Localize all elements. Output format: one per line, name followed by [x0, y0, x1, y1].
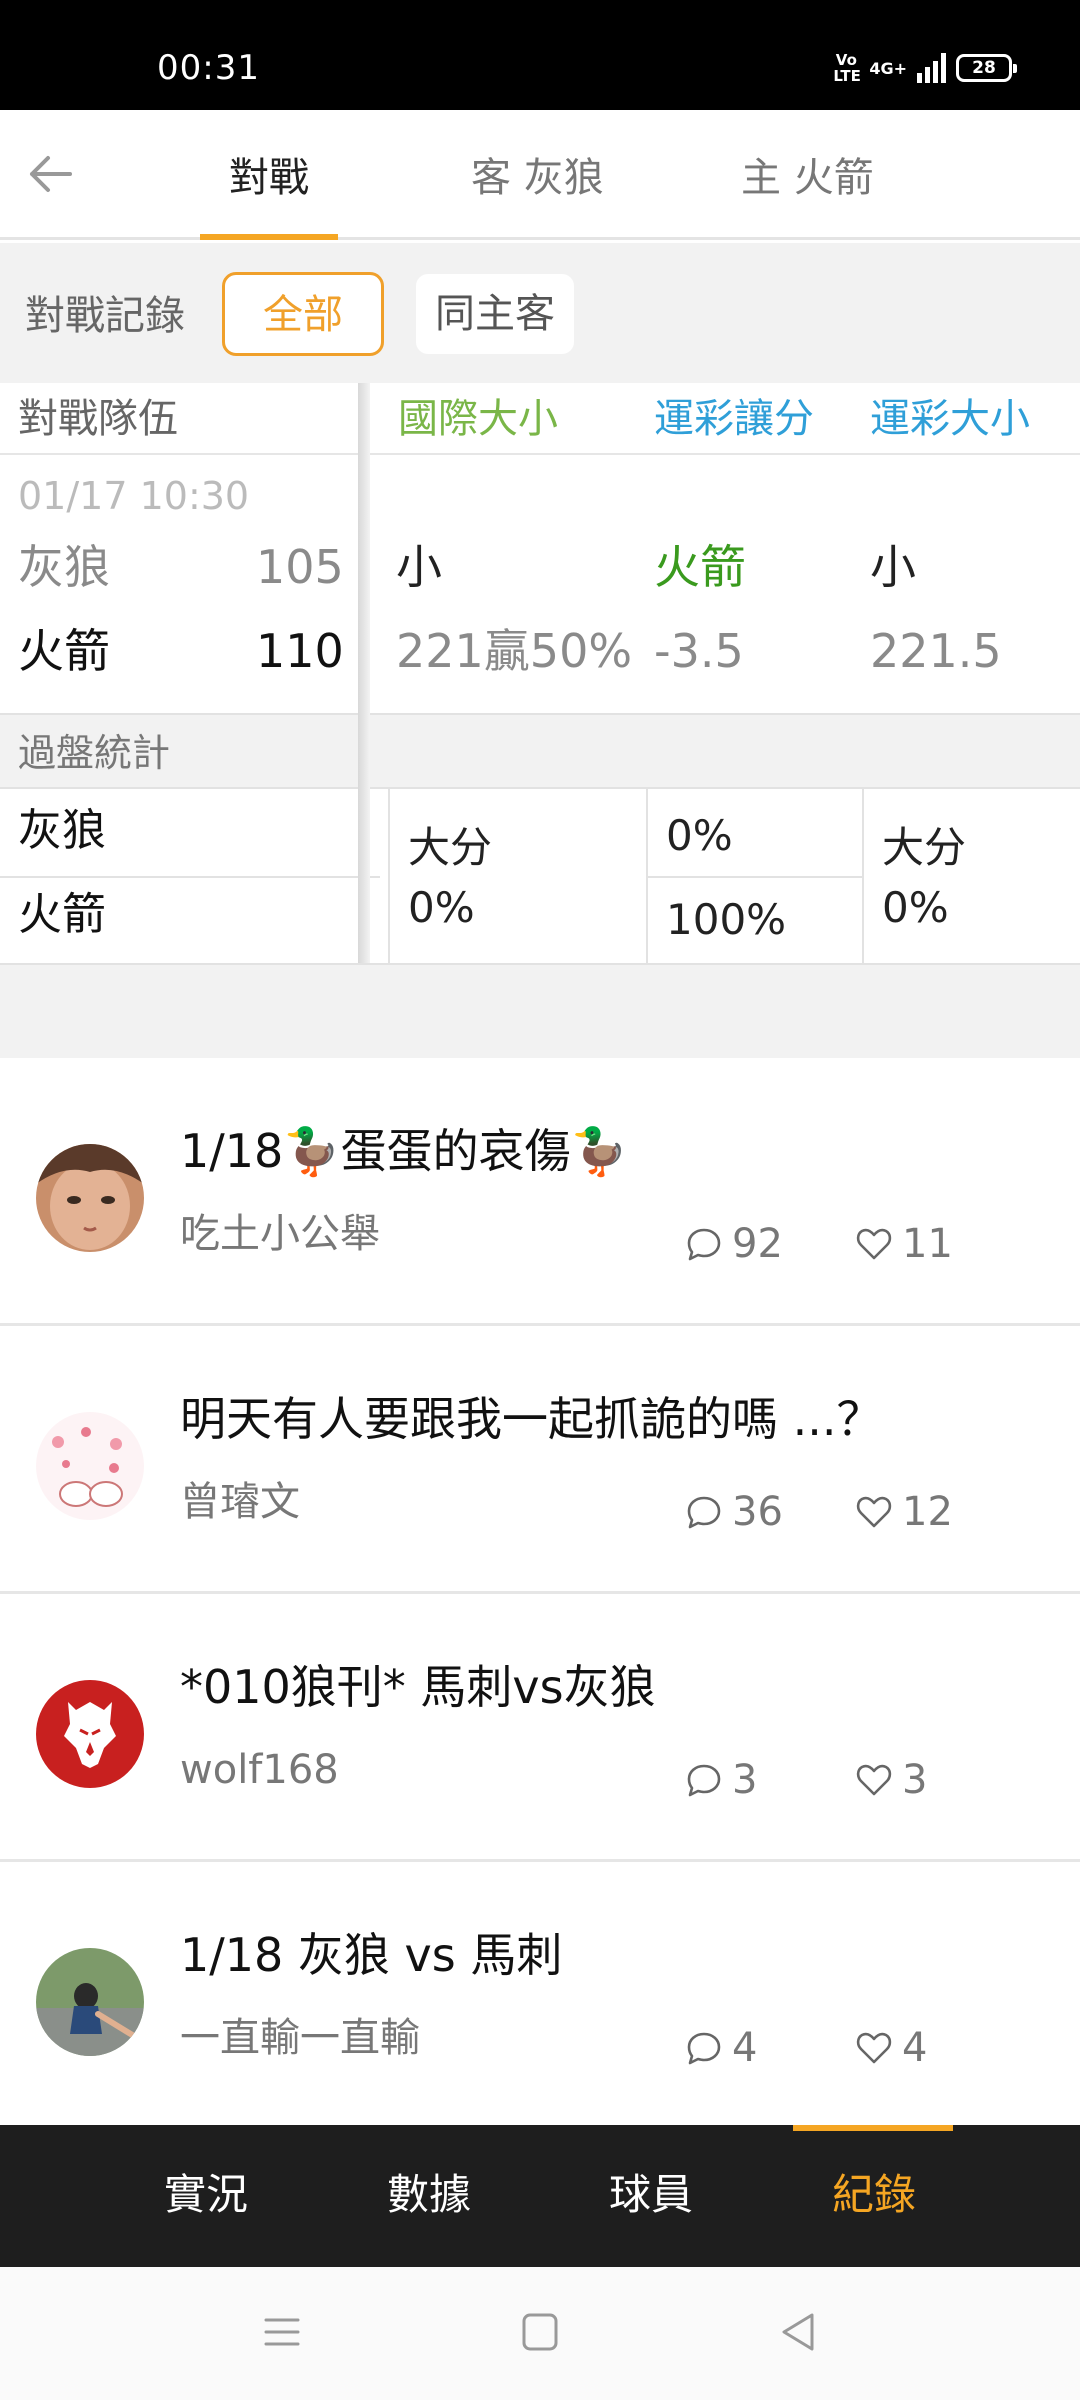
bottom-nav-indicator	[793, 2125, 953, 2131]
comment-icon	[687, 1496, 721, 1529]
avatar	[36, 1680, 144, 1788]
comment-icon	[687, 2032, 721, 2065]
post-title: 1/18 灰狼 vs 馬刺	[180, 1928, 563, 1982]
summary-section: 過盤統計	[0, 713, 1080, 789]
nav-data[interactable]: 數據	[387, 2165, 471, 2225]
like-count-value: 3	[902, 1757, 928, 1803]
nav-players[interactable]: 球員	[609, 2165, 693, 2225]
bottom-nav: 實況 數據 球員 紀錄	[0, 2125, 1080, 2267]
spread-result: 火箭	[654, 540, 746, 594]
comment-count[interactable]: 92	[684, 1220, 783, 1268]
filter-all-button[interactable]: 全部	[222, 272, 384, 356]
like-count-value: 11	[902, 1221, 953, 1267]
back-arrow-icon[interactable]	[22, 146, 78, 202]
list-item[interactable]: *010狼刊* 馬刺vs灰狼 wolf168 3 3	[0, 1594, 1080, 1862]
heart-icon	[856, 1764, 892, 1796]
matchup-table: 對戰隊伍 國際大小 運彩讓分 運彩大小 01/17 10:30 灰狼 105 火…	[0, 383, 1080, 965]
post-author: 曾璿文	[180, 1479, 300, 1525]
tab-home-team[interactable]: 主 火箭	[741, 150, 874, 206]
signal-icon	[917, 53, 946, 83]
comment-count-value: 92	[732, 1221, 783, 1267]
ou-result: 小	[870, 540, 916, 594]
status-time: 00:31	[157, 48, 260, 88]
status-bar: 00:31 Vo LTE 4G+ 28	[0, 0, 1080, 110]
summary-spread-away-pct: 0%	[666, 811, 733, 860]
header-teams: 對戰隊伍	[18, 396, 178, 442]
status-icons: Vo LTE 4G+ 28	[833, 48, 1017, 88]
post-author: 吃土小公舉	[180, 1211, 380, 1257]
like-count[interactable]: 4	[854, 2024, 927, 2072]
away-team-score: 105	[256, 540, 344, 594]
nav-records[interactable]: 紀錄	[832, 2165, 916, 2225]
comment-count-value: 36	[732, 1489, 783, 1535]
nav-live[interactable]: 實況	[164, 2165, 248, 2225]
intl-ou-line: 221贏50%	[396, 624, 633, 678]
comment-icon	[687, 1228, 721, 1261]
summary-ou-pct: 0%	[882, 883, 949, 932]
table-header: 對戰隊伍 國際大小 運彩讓分 運彩大小	[0, 383, 1080, 455]
heart-icon	[856, 1496, 892, 1528]
menu-icon[interactable]	[252, 2307, 312, 2357]
list-item[interactable]: 1/18🦆蛋蛋的哀傷🦆 吃土小公舉 92 11	[0, 1058, 1080, 1326]
filter-same-home-away-button[interactable]: 同主客	[414, 272, 576, 356]
match-header: 對戰 客 灰狼 主 火箭	[0, 110, 1080, 240]
system-nav-bar	[0, 2267, 1080, 2400]
post-title: 明天有人要跟我一起抓詭的嗎 ...？	[180, 1392, 883, 1446]
like-count[interactable]: 3	[854, 1756, 927, 1804]
comment-count-value: 4	[732, 2025, 758, 2071]
header-intl-ou: 國際大小	[398, 396, 558, 442]
list-item[interactable]: 1/18 灰狼 vs 馬刺 一直輸一直輸 4 4	[0, 1862, 1080, 2130]
intl-ou-result: 小	[396, 540, 442, 594]
heart-icon	[856, 1228, 892, 1260]
home-team-score: 110	[256, 624, 344, 678]
tab-matchup[interactable]: 對戰	[229, 150, 309, 206]
comment-count[interactable]: 36	[684, 1488, 783, 1536]
like-count-value: 4	[902, 2025, 928, 2071]
summary-ou-label: 大分	[882, 823, 967, 872]
comment-count[interactable]: 3	[684, 1756, 757, 1804]
summary-spread-home-pct: 100%	[666, 895, 787, 944]
volte-icon: Vo LTE	[833, 51, 861, 85]
post-title: *010狼刊* 馬刺vs灰狼	[180, 1660, 656, 1714]
away-team-name: 灰狼	[18, 540, 110, 594]
spread-line: -3.5	[654, 624, 744, 678]
summary-title: 過盤統計	[18, 731, 171, 775]
post-title: 1/18🦆蛋蛋的哀傷🦆	[180, 1124, 628, 1178]
header-ou: 運彩大小	[870, 396, 1030, 442]
home-team-name: 火箭	[18, 624, 110, 678]
avatar	[36, 1948, 144, 2056]
back-icon[interactable]	[768, 2307, 828, 2357]
summary-home-team: 火箭	[18, 889, 106, 940]
home-icon[interactable]	[510, 2307, 570, 2357]
section-gap	[0, 965, 1080, 1058]
tab-away-team[interactable]: 客 灰狼	[471, 150, 604, 206]
post-author: wolf168	[180, 1747, 339, 1793]
filter-label: 對戰記錄	[25, 293, 185, 339]
heart-icon	[856, 2032, 892, 2064]
like-count[interactable]: 12	[854, 1488, 953, 1536]
post-author: 一直輸一直輸	[180, 2015, 420, 2061]
comment-count-value: 3	[732, 1757, 758, 1803]
header-spread: 運彩讓分	[654, 396, 814, 442]
comment-count[interactable]: 4	[684, 2024, 757, 2072]
summary-intl-ou-label: 大分	[408, 823, 493, 872]
record-filters: 對戰記錄 全部 同主客	[0, 243, 1080, 383]
network-type: 4G+	[869, 58, 907, 78]
comment-icon	[687, 1764, 721, 1797]
active-tab-indicator	[200, 234, 338, 240]
list-item[interactable]: 明天有人要跟我一起抓詭的嗎 ...？ 曾璿文 36 12	[0, 1326, 1080, 1594]
battery-icon: 28	[956, 54, 1017, 82]
frozen-column-shadow	[358, 383, 370, 965]
game-date: 01/17 10:30	[18, 474, 250, 518]
summary-away-team: 灰狼	[18, 805, 106, 856]
ou-line: 221.5	[870, 624, 1002, 678]
like-count[interactable]: 11	[854, 1220, 953, 1268]
summary-intl-ou-pct: 0%	[408, 883, 475, 932]
like-count-value: 12	[902, 1489, 953, 1535]
avatar	[36, 1412, 144, 1520]
avatar	[36, 1144, 144, 1252]
